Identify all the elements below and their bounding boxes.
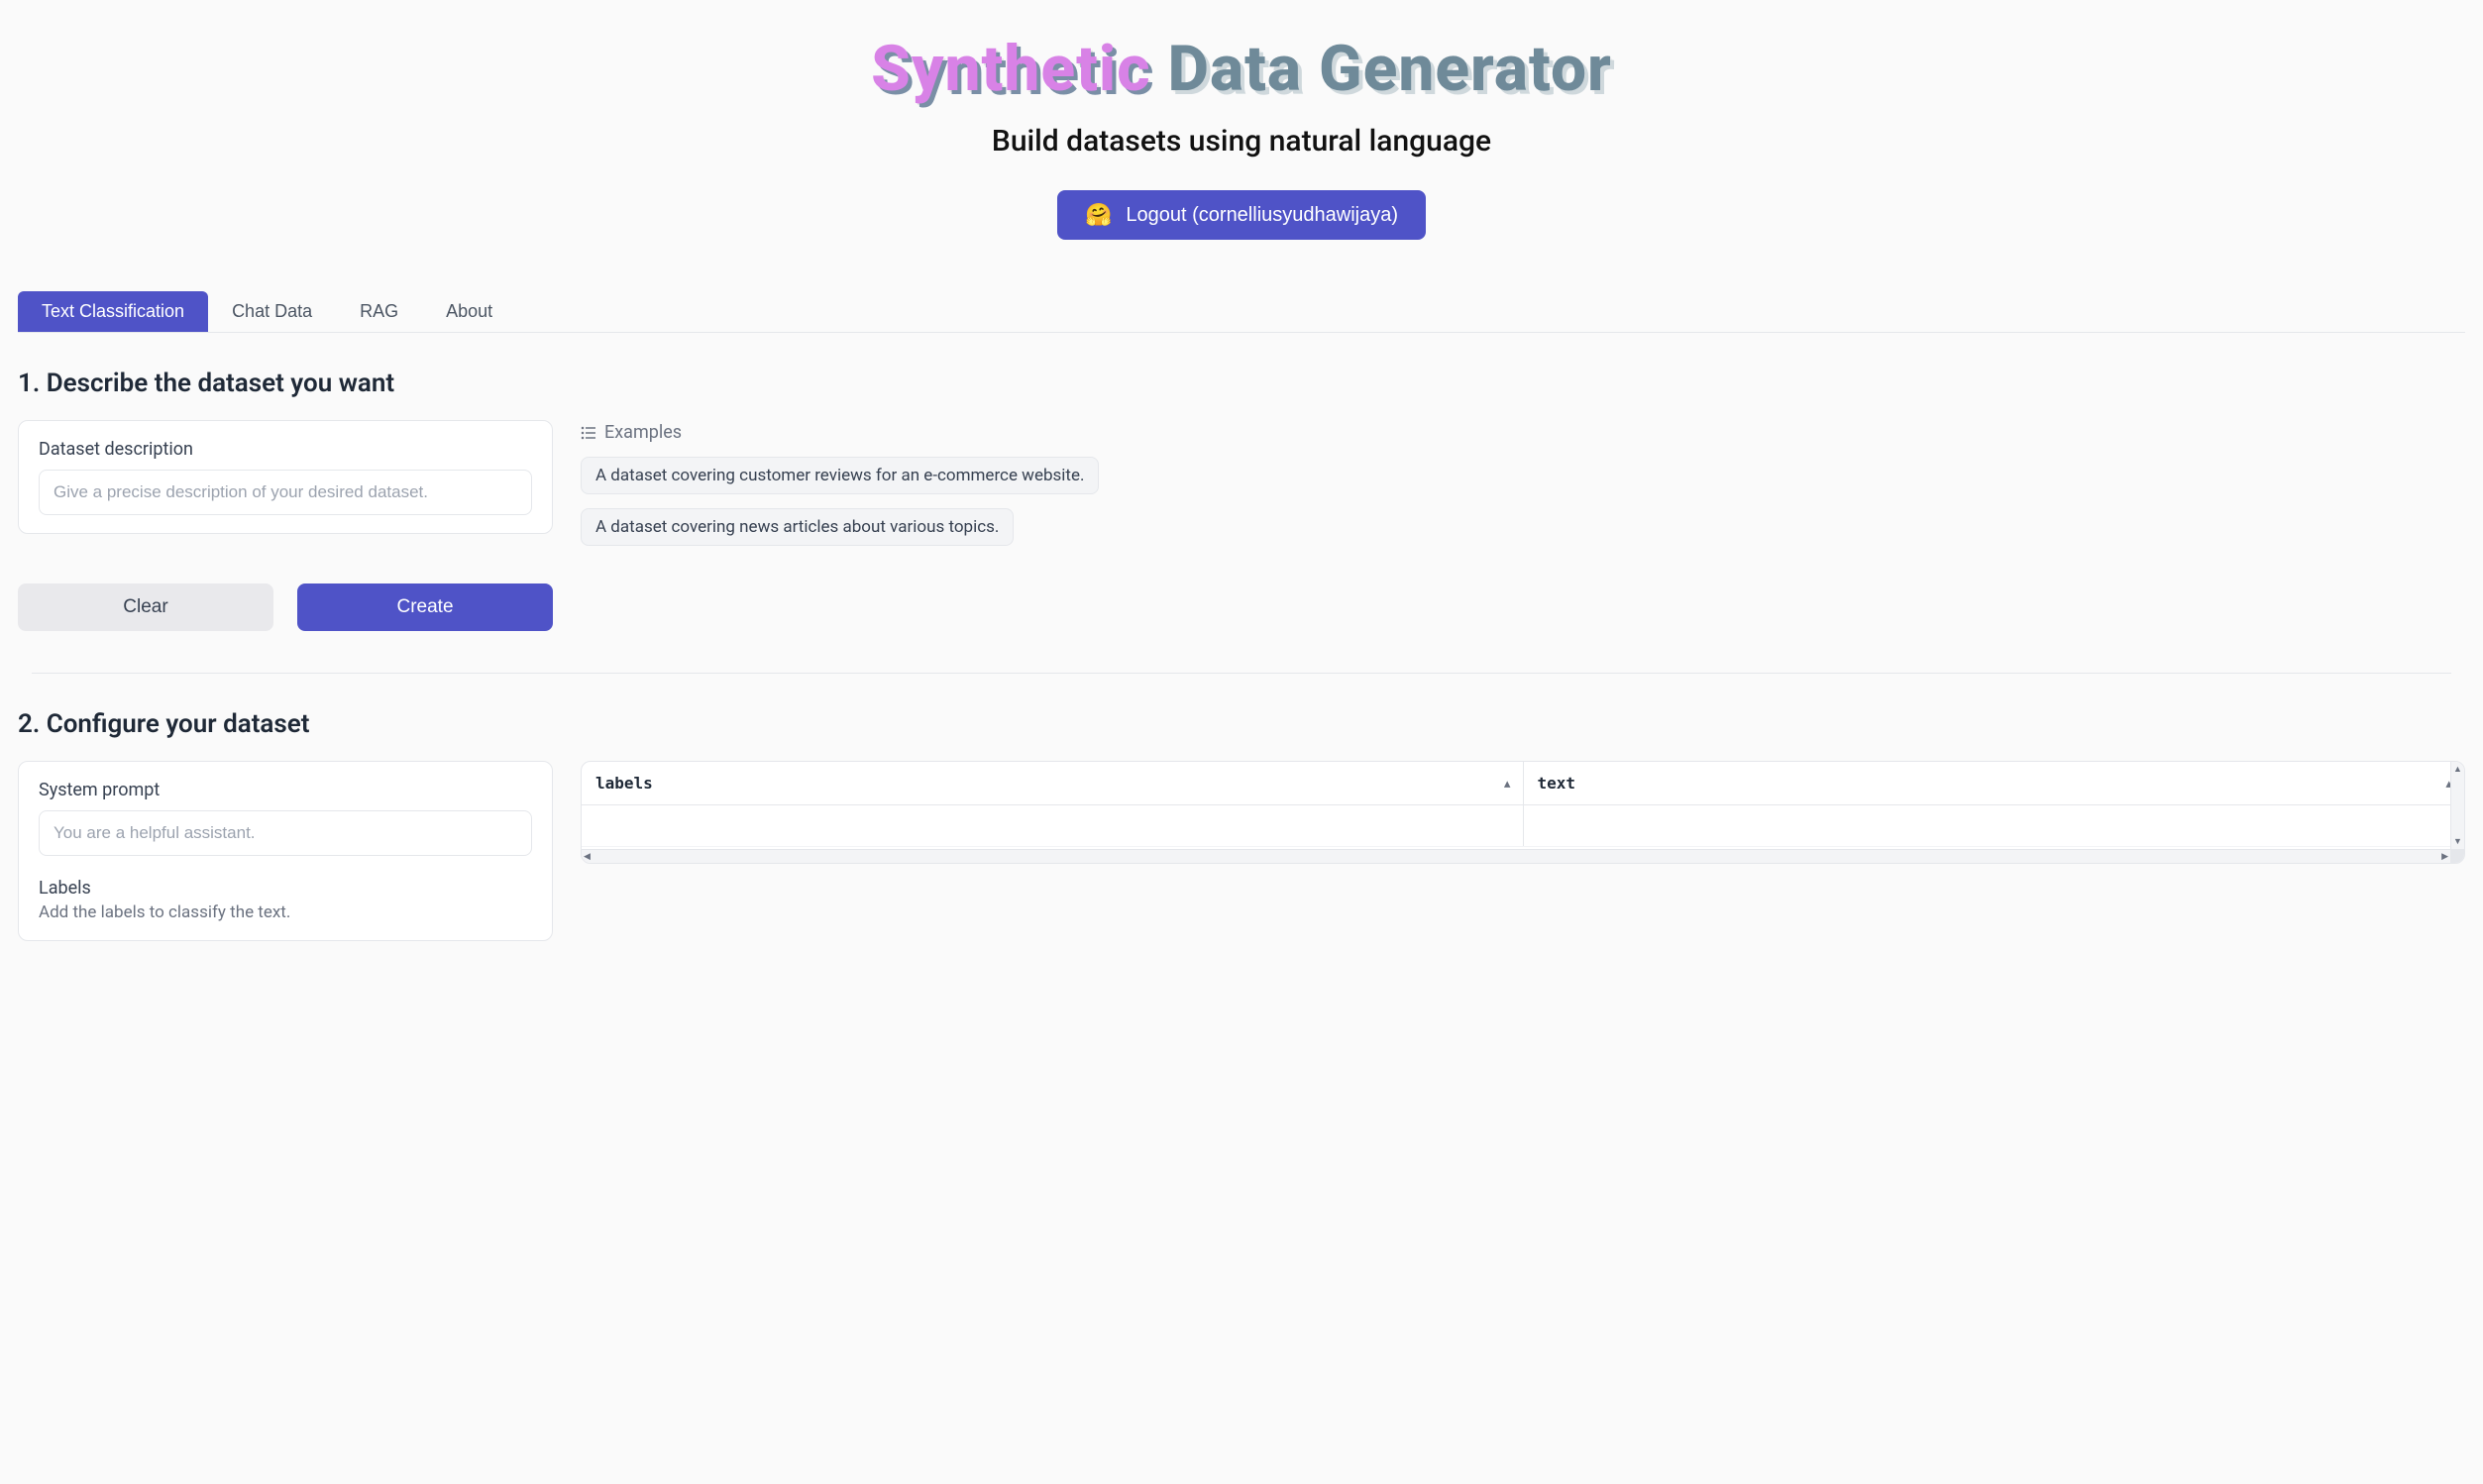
labels-sublabel: Add the labels to classify the text.: [39, 902, 532, 922]
list-icon: [581, 425, 596, 441]
examples-header: Examples: [581, 420, 2465, 445]
title-word-synthetic: Synthetic: [871, 32, 1150, 106]
logout-button[interactable]: 🤗 Logout (cornelliusyudhawijaya): [1057, 190, 1426, 240]
sort-asc-icon: ▲: [1504, 777, 1511, 790]
tab-about[interactable]: About: [422, 291, 516, 332]
vertical-scrollbar[interactable]: ▲ ▼: [2450, 762, 2464, 849]
dataset-description-input[interactable]: [39, 470, 532, 515]
scroll-left-icon: ◀: [584, 852, 591, 862]
section-divider: [32, 673, 2451, 674]
scroll-right-icon: ▶: [2441, 852, 2448, 862]
system-prompt-input[interactable]: [39, 810, 532, 856]
examples-label: Examples: [604, 422, 682, 443]
horizontal-scrollbar[interactable]: ◀ ▶: [582, 849, 2450, 863]
labels-label: Labels: [39, 878, 532, 899]
example-chip-2[interactable]: A dataset covering news articles about v…: [581, 508, 1014, 546]
page-title: Synthetic Data Generator: [18, 36, 2465, 102]
tab-rag[interactable]: RAG: [336, 291, 422, 332]
logout-label: Logout (cornelliusyudhawijaya): [1126, 204, 1398, 227]
section-1-heading: 1. Describe the dataset you want: [18, 369, 2465, 398]
scroll-up-icon: ▲: [2453, 764, 2462, 775]
tab-chat-data[interactable]: Chat Data: [208, 291, 336, 332]
section-2-heading: 2. Configure your dataset: [18, 709, 2465, 739]
tab-text-classification[interactable]: Text Classification: [18, 291, 208, 332]
system-prompt-label: System prompt: [39, 780, 532, 800]
column-header-labels[interactable]: labels ▲: [582, 762, 1523, 805]
clear-button[interactable]: Clear: [18, 583, 273, 631]
create-button[interactable]: Create: [297, 583, 553, 631]
huggingface-icon: 🤗: [1085, 202, 1112, 228]
tab-bar: Text Classification Chat Data RAG About: [18, 291, 2465, 333]
dataset-description-label: Dataset description: [39, 439, 532, 460]
scroll-down-icon: ▼: [2453, 836, 2462, 847]
scroll-corner: [2450, 849, 2464, 863]
data-table-wrapper: labels ▲ text ▲ ▲: [581, 761, 2465, 864]
table-row[interactable]: [582, 805, 2464, 847]
page-subtitle: Build datasets using natural language: [18, 124, 2465, 159]
data-table[interactable]: labels ▲ text ▲: [582, 762, 2464, 847]
title-word-rest: Data Generator: [1167, 32, 1611, 106]
example-chip-1[interactable]: A dataset covering customer reviews for …: [581, 457, 1099, 494]
column-header-text[interactable]: text ▲: [1523, 762, 2464, 805]
